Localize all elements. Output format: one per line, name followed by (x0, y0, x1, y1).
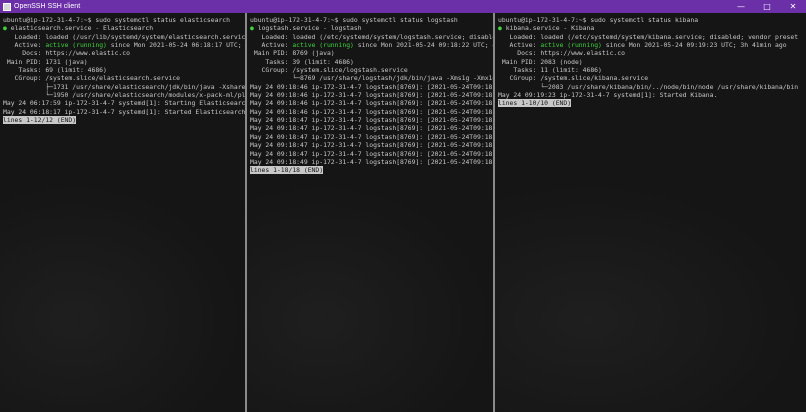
log-line: May 24 09:19:23 ip-172-31-4-7 systemd[1]… (498, 91, 718, 100)
active-state: active (running) (540, 41, 602, 50)
command-line: ubuntu@ip-172-31-4-7:~$ sudo systemctl s… (3, 16, 231, 24)
maximize-button[interactable]: □ (754, 0, 780, 13)
pager-status-line: lines 1-10/10 (END) (498, 99, 806, 108)
terminal-pane-kibana[interactable]: ubuntu@ip-172-31-4-7:~$ sudo systemctl s… (493, 13, 806, 412)
terminal-pane-logstash[interactable]: ubuntu@ip-172-31-4-7:~$ sudo systemctl s… (245, 13, 493, 412)
log-line: May 24 09:18:47 ip-172-31-4-7 logstash[8… (250, 124, 493, 133)
active-since: since Mon 2021-05-24 06:18:17 UTC; 3 (106, 41, 245, 50)
close-button[interactable]: ✕ (780, 0, 806, 13)
service-header: ● logstash.service - logstash (250, 24, 493, 32)
background-shading (0, 182, 245, 412)
log-line: May 24 06:17:59 ip-172-31-4-7 systemd[1]… (3, 99, 245, 108)
active-since: since Mon 2021-05-24 09:19:23 UTC; 3h 41… (601, 41, 787, 50)
tasks-line: Tasks: 39 (limit: 4686) (250, 57, 354, 66)
docs-line: Docs: https://www.elastic.co (3, 49, 130, 58)
status-dot-icon: ● (498, 24, 502, 33)
active-label: Active: (250, 41, 293, 50)
active-line: Active: active (running) since Mon 2021-… (250, 41, 493, 49)
process-tree-line: └─1950 /usr/share/elasticsearch/modules/… (3, 91, 245, 100)
active-label: Active: (498, 41, 541, 50)
command-line: ubuntu@ip-172-31-4-7:~$ sudo systemctl s… (498, 16, 699, 24)
terminal-app-icon (3, 2, 11, 11)
process-tree-line: ├─1731 /usr/share/elasticsearch/jdk/bin/… (3, 82, 245, 91)
process-tree-line: └─2083 /usr/share/kibana/bin/../node/bin… (498, 82, 799, 91)
loaded-line: Loaded: loaded (/etc/systemd/system/kiba… (498, 32, 799, 41)
pager-status: lines 1-18/18 (END) (250, 166, 324, 175)
active-since: since Mon 2021-05-24 09:18:22 UTC; 4 (353, 41, 493, 50)
cgroup-line: CGroup: /system.slice/kibana.service (498, 74, 649, 83)
log-line: May 24 09:18:47 ip-172-31-4-7 logstash[8… (250, 149, 493, 158)
pager-status-line: lines 1-18/18 (END) (250, 166, 493, 175)
service-name: kibana.service - Kibana (505, 24, 595, 33)
log-line: May 24 09:18:46 ip-172-31-4-7 logstash[8… (250, 99, 493, 108)
active-line: Active: active (running) since Mon 2021-… (3, 41, 245, 49)
service-name: logstash.service - logstash (257, 24, 362, 33)
log-line: May 24 09:18:47 ip-172-31-4-7 logstash[8… (250, 132, 493, 141)
log-line: May 24 09:18:46 ip-172-31-4-7 logstash[8… (250, 107, 493, 116)
log-line: May 24 09:18:47 ip-172-31-4-7 logstash[8… (250, 116, 493, 125)
background-shading (495, 182, 806, 412)
service-header: ● elasticsearch.service - Elasticsearch (3, 24, 245, 32)
log-line: May 24 09:18:46 ip-172-31-4-7 logstash[8… (250, 82, 493, 91)
service-name: elasticsearch.service - Elasticsearch (10, 24, 154, 33)
cgroup-line: CGroup: /system.slice/elasticsearch.serv… (3, 74, 180, 83)
command-line: ubuntu@ip-172-31-4-7:~$ sudo systemctl s… (250, 16, 458, 24)
pager-status: lines 1-12/12 (END) (3, 116, 77, 125)
log-line: May 24 06:18:17 ip-172-31-4-7 systemd[1]… (3, 107, 245, 116)
main-pid-line: Main PID: 1731 (java) (3, 57, 88, 66)
tasks-line: Tasks: 69 (limit: 4686) (3, 66, 107, 75)
tasks-line: Tasks: 11 (limit: 4686) (498, 66, 602, 75)
active-label: Active: (3, 41, 46, 50)
terminal-panes: ubuntu@ip-172-31-4-7:~$ sudo systemctl s… (0, 13, 806, 412)
active-state: active (running) (292, 41, 354, 50)
minimize-button[interactable]: — (728, 0, 754, 13)
terminal-pane-elasticsearch[interactable]: ubuntu@ip-172-31-4-7:~$ sudo systemctl s… (0, 13, 245, 412)
service-header: ● kibana.service - Kibana (498, 24, 806, 32)
main-pid-line: Main PID: 2083 (node) (498, 57, 583, 66)
window-titlebar[interactable]: OpenSSH SSH client — □ ✕ (0, 0, 806, 13)
log-line: May 24 09:18:46 ip-172-31-4-7 logstash[8… (250, 91, 493, 100)
active-state: active (running) (45, 41, 107, 50)
status-dot-icon: ● (3, 24, 7, 33)
main-pid-line: Main PID: 8769 (java) (250, 49, 335, 58)
cgroup-line: CGroup: /system.slice/logstash.service (250, 66, 408, 75)
pager-status-line: lines 1-12/12 (END) (3, 116, 245, 125)
loaded-line: Loaded: loaded (/usr/lib/systemd/system/… (3, 32, 245, 41)
pager-status: lines 1-10/10 (END) (498, 99, 572, 108)
window-title: OpenSSH SSH client (14, 3, 81, 10)
log-line: May 24 09:18:49 ip-172-31-4-7 logstash[8… (250, 157, 493, 166)
background-shading (247, 182, 493, 412)
active-line: Active: active (running) since Mon 2021-… (498, 41, 806, 49)
status-dot-icon: ● (250, 24, 254, 33)
log-line: May 24 09:18:47 ip-172-31-4-7 logstash[8… (250, 141, 493, 150)
loaded-line: Loaded: loaded (/etc/systemd/system/logs… (250, 32, 493, 41)
docs-line: Docs: https://www.elastic.co (498, 49, 625, 58)
process-tree-line: └─8769 /usr/share/logstash/jdk/bin/java … (250, 74, 493, 83)
